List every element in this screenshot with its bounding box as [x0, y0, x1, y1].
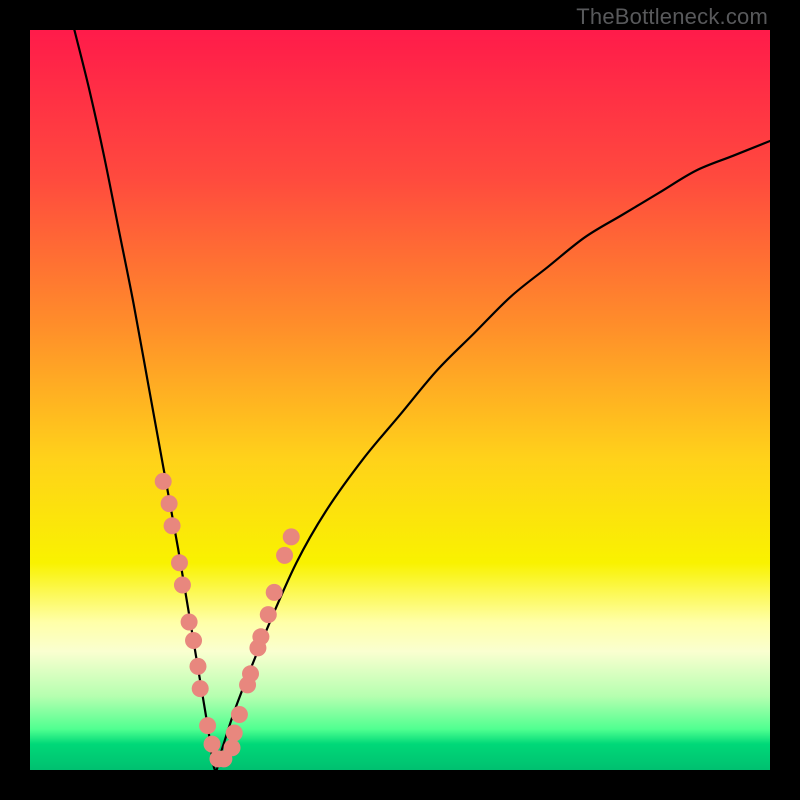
highlight-dot [192, 680, 209, 697]
plot-area [30, 30, 770, 770]
watermark-text: TheBottleneck.com [576, 4, 768, 30]
highlight-dot [204, 736, 221, 753]
highlight-dot [199, 717, 216, 734]
highlight-dot [224, 739, 241, 756]
highlight-dot [189, 658, 206, 675]
highlight-dot [283, 528, 300, 545]
highlight-dot [171, 554, 188, 571]
highlight-dot [226, 725, 243, 742]
highlight-dot [174, 577, 191, 594]
highlight-dot [155, 473, 172, 490]
highlight-dot [242, 665, 259, 682]
highlight-dot [185, 632, 202, 649]
highlight-dot [260, 606, 277, 623]
highlight-dot [164, 517, 181, 534]
highlight-dot [161, 495, 178, 512]
curve-layer [30, 30, 770, 770]
highlight-dot [252, 628, 269, 645]
highlight-dot [266, 584, 283, 601]
bottleneck-curve [74, 30, 770, 770]
highlight-dot [276, 547, 293, 564]
highlight-dot [181, 614, 198, 631]
highlight-dot [231, 706, 248, 723]
